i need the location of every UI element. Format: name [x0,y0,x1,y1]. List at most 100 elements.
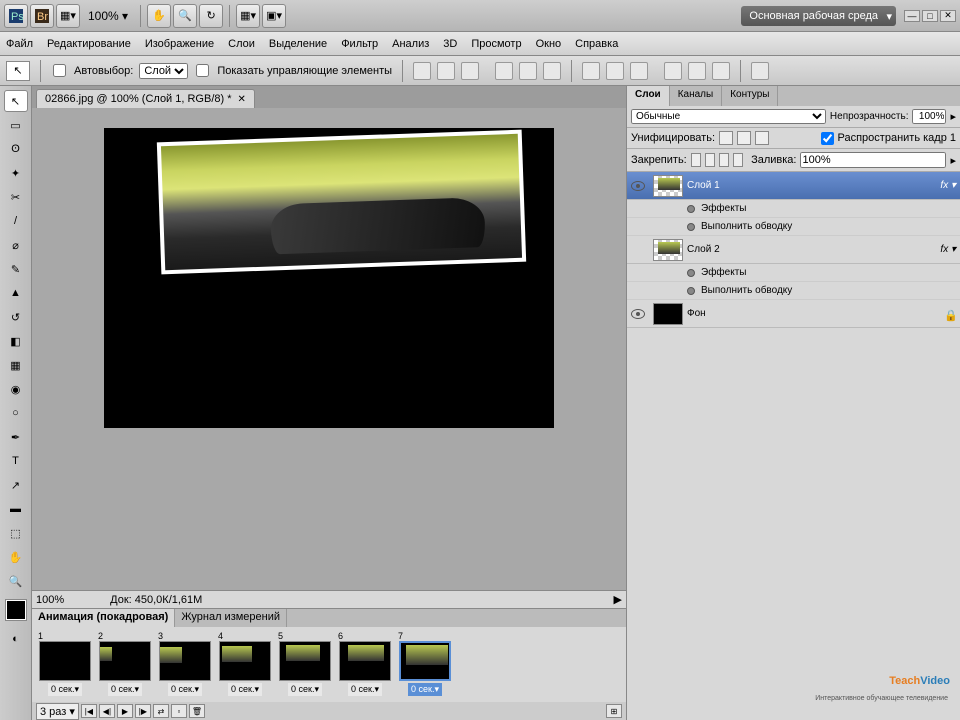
eraser-tool[interactable]: ◧ [4,330,28,352]
path-tool[interactable]: ↗ [4,474,28,496]
autoselect-dropdown[interactable]: Слой [139,63,188,79]
fill-arrow-icon[interactable]: ▸ [950,154,956,167]
zoom-icon[interactable]: 🔍 [173,4,197,28]
menu-layer[interactable]: Слои [228,38,255,50]
align-vcenter-icon[interactable] [437,62,455,80]
fill-input[interactable] [800,152,946,168]
tab-close-icon[interactable]: ✕ [238,94,246,105]
dist-hcenter-icon[interactable] [688,62,706,80]
menu-edit[interactable]: Редактирование [47,38,131,50]
anim-tab-frames[interactable]: Анимация (покадровая) [32,609,175,627]
new-frame-icon[interactable]: ▫ [171,704,187,718]
lock-pos-icon[interactable] [719,153,729,167]
loop-dropdown[interactable]: 3 раз ▾ [36,703,79,720]
layer-row[interactable]: Фон 🔒 [627,300,960,328]
frame-delay[interactable]: 0 сек.▾ [108,683,142,696]
menu-select[interactable]: Выделение [269,38,327,50]
lock-trans-icon[interactable] [691,153,701,167]
unify-vis-icon[interactable] [737,131,751,145]
canvas[interactable] [104,128,554,428]
frame-delay[interactable]: 0 сек.▾ [288,683,322,696]
eyedropper-tool[interactable]: / [4,210,28,232]
visibility-toggle[interactable] [627,309,649,319]
anim-frame[interactable]: 1 0 сек.▾ [36,631,94,696]
history-brush-tool[interactable]: ↺ [4,306,28,328]
tab-channels[interactable]: Каналы [670,86,723,106]
convert-timeline-icon[interactable]: ⊞ [606,704,622,718]
marquee-tool[interactable]: ▭ [4,114,28,136]
screen-icon[interactable]: ▣▾ [262,4,286,28]
unify-pos-icon[interactable] [719,131,733,145]
wand-tool[interactable]: ✦ [4,162,28,184]
anim-frame[interactable]: 6 0 сек.▾ [336,631,394,696]
dist-bottom-icon[interactable] [630,62,648,80]
auto-align-icon[interactable] [751,62,769,80]
tab-paths[interactable]: Контуры [722,86,778,106]
unify-style-icon[interactable] [755,131,769,145]
bridge-icon[interactable]: Br [30,4,54,28]
layer-name[interactable]: Фон [687,308,944,319]
lock-paint-icon[interactable] [705,153,715,167]
shape-tool[interactable]: ▬ [4,498,28,520]
dist-left-icon[interactable] [664,62,682,80]
status-zoom[interactable]: 100% [36,594,64,606]
opacity-input[interactable] [912,109,946,124]
foreground-color[interactable] [6,600,26,620]
pen-tool[interactable]: ✒ [4,426,28,448]
propagate-checkbox[interactable] [821,132,834,145]
align-bottom-icon[interactable] [461,62,479,80]
menu-window[interactable]: Окно [536,38,562,50]
autoselect-checkbox[interactable] [53,64,66,77]
dist-vcenter-icon[interactable] [606,62,624,80]
maximize-icon[interactable]: □ [922,10,938,22]
menu-filter[interactable]: Фильтр [341,38,378,50]
layer-name[interactable]: Слой 2 [687,244,940,255]
frame-delay[interactable]: 0 сек.▾ [168,683,202,696]
align-right-icon[interactable] [543,62,561,80]
hand-tool[interactable]: ✋ [4,546,28,568]
frame-delay[interactable]: 0 сек.▾ [228,683,262,696]
align-left-icon[interactable] [495,62,513,80]
layer-row[interactable]: Слой 1 fx ▾ [627,172,960,200]
menu-3d[interactable]: 3D [443,38,457,50]
anim-frame[interactable]: 3 0 сек.▾ [156,631,214,696]
menu-help[interactable]: Справка [575,38,618,50]
tab-layers[interactable]: Слои [627,86,670,106]
layer-name[interactable]: Слой 1 [687,180,940,191]
anim-frame[interactable]: 2 0 сек.▾ [96,631,154,696]
frame-delay[interactable]: 0 сек.▾ [48,683,82,696]
fx-icon[interactable]: fx ▾ [940,180,956,191]
minimize-icon[interactable]: — [904,10,920,22]
move-tool[interactable]: ↖ [4,90,28,112]
menu-image[interactable]: Изображение [145,38,214,50]
menu-file[interactable]: Файл [6,38,33,50]
rotate-icon[interactable]: ↻ [199,4,223,28]
fx-effects-row[interactable]: Эффекты [627,264,960,282]
document-tab[interactable]: 02866.jpg @ 100% (Слой 1, RGB/8) * ✕ [36,89,255,108]
frame-delay[interactable]: 0 сек.▾ [408,683,442,696]
delete-frame-icon[interactable]: 🗑 [189,704,205,718]
show-controls-checkbox[interactable] [196,64,209,77]
photo-layer[interactable] [157,130,526,275]
zoom-tool[interactable]: 🔍 [4,570,28,592]
lock-all-icon[interactable] [733,153,743,167]
fx-stroke-row[interactable]: Выполнить обводку [627,218,960,236]
stamp-tool[interactable]: ▲ [4,282,28,304]
first-frame-icon[interactable]: |◀ [81,704,97,718]
anim-frame[interactable]: 4 0 сек.▾ [216,631,274,696]
dist-right-icon[interactable] [712,62,730,80]
opacity-arrow-icon[interactable]: ▸ [950,110,956,123]
lasso-tool[interactable]: ʘ [4,138,28,160]
blend-mode-dropdown[interactable]: Обычные [631,109,826,124]
align-hcenter-icon[interactable] [519,62,537,80]
dodge-tool[interactable]: ○ [4,402,28,424]
zoom-level[interactable]: 100% ▾ [82,9,134,23]
visibility-toggle[interactable] [627,181,649,191]
anim-tab-measure[interactable]: Журнал измерений [175,609,287,627]
workspace-dropdown[interactable]: Основная рабочая среда [741,6,896,26]
move-tool-icon[interactable]: ↖ [6,61,30,81]
fx-stroke-row[interactable]: Выполнить обводку [627,282,960,300]
arrange-icon[interactable]: ▦▾ [236,4,260,28]
tween-icon[interactable]: ⇄ [153,704,169,718]
hand-icon[interactable]: ✋ [147,4,171,28]
